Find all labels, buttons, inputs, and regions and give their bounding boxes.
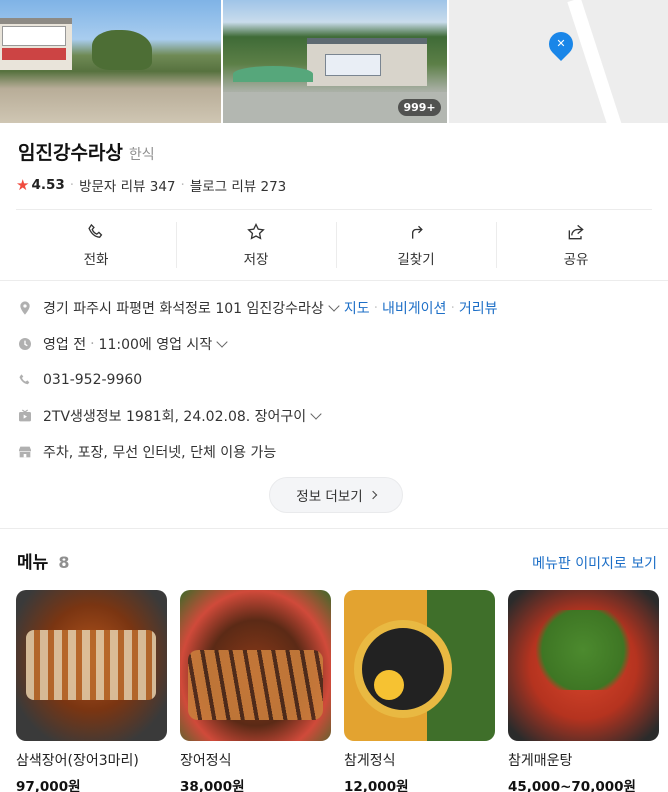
hours-open-time: 11:00에 영업 시작 (98, 337, 213, 353)
visitor-reviews-link[interactable]: 방문자 리뷰 347 (79, 175, 175, 195)
map-thumbnail[interactable]: ✕ (448, 0, 668, 123)
photo-tree (92, 30, 152, 70)
phone-icon (16, 371, 34, 389)
menu-image-link[interactable]: 메뉴판 이미지로 보기 (532, 553, 657, 573)
place-category: 한식 (128, 147, 155, 163)
address-text[interactable]: 경기 파주시 파평면 화석정로 101 임진강수라상 (43, 298, 324, 318)
action-bar: 전화 저장 길찾기 공유 (16, 210, 656, 280)
menu-item-name: 참게정식 (344, 753, 396, 769)
menu-title: 메뉴 (17, 553, 49, 573)
separator-dot: · (90, 336, 95, 352)
map-link[interactable]: 지도 (344, 298, 370, 318)
menu-item-price: 97,000원 (16, 779, 81, 792)
menu-item-price: 45,000~70,000원 (508, 779, 636, 792)
action-label: 전화 (83, 252, 109, 268)
place-name: 임진강수라상 (18, 142, 123, 164)
menu-item-price: 12,000원 (344, 779, 409, 792)
menu-item[interactable]: 참게매운탕 45,000~70,000원 (508, 590, 659, 792)
location-pin-icon (16, 299, 34, 317)
menu-item[interactable]: 참게정식 12,000원 (344, 590, 495, 792)
rating-value: 4.53 (31, 177, 65, 193)
menu-item-price: 38,000원 (180, 779, 245, 792)
more-info-button[interactable]: 정보 더보기 (269, 477, 403, 513)
menu-item-image (344, 590, 495, 741)
info-section: 경기 파주시 파평면 화석정로 101 임진강수라상 지도 · 내비게이션 · … (16, 290, 656, 470)
menu-item-image (508, 590, 659, 741)
address-row: 경기 파주시 파평면 화석정로 101 임진강수라상 지도 · 내비게이션 · … (16, 290, 656, 326)
place-header: 임진강수라상 한식 (18, 138, 155, 165)
chevron-down-icon[interactable] (216, 336, 228, 348)
divider (0, 280, 668, 281)
photo-umbrella (233, 66, 314, 82)
call-button[interactable]: 전화 (16, 210, 176, 280)
photo-storefront[interactable] (0, 0, 222, 123)
clock-icon (16, 335, 34, 353)
photo-strip: 999+ ✕ (0, 0, 668, 123)
tv-appearance-text: 2TV생생정보 1981회, 24.02.08. 장어구이 (43, 409, 307, 425)
phone-row: 031-952-9960 (16, 362, 656, 398)
menu-list: 삼색장어(장어3마리) 97,000원 장어정식 38,000원 참게정식 12… (16, 590, 659, 792)
action-label: 저장 (243, 252, 269, 268)
navigation-link[interactable]: 내비게이션 (382, 298, 446, 318)
separator-dot: · (69, 177, 75, 193)
menu-header: 메뉴 8 메뉴판 이미지로 보기 (17, 548, 657, 573)
hours-row[interactable]: 영업 전 · 11:00에 영업 시작 (16, 326, 656, 362)
directions-icon (412, 225, 423, 239)
chevron-down-icon[interactable] (328, 300, 340, 312)
amenities-row: 주차, 포장, 무선 인터넷, 단체 이용 가능 (16, 434, 656, 470)
chevron-right-icon (368, 490, 377, 500)
phone-icon (88, 223, 103, 238)
street-view-link[interactable]: 거리뷰 (459, 298, 498, 318)
more-info-label: 정보 더보기 (296, 489, 363, 505)
photo-count-badge: 999+ (398, 99, 441, 116)
star-outline-icon (247, 222, 265, 240)
menu-item-image (180, 590, 331, 741)
star-icon: ★ (16, 176, 30, 194)
menu-count: 8 (58, 553, 70, 572)
photo-exterior[interactable]: 999+ (223, 0, 447, 123)
map-road (566, 0, 624, 123)
divider (0, 528, 668, 529)
separator-dot: · (373, 300, 379, 316)
phone-number[interactable]: 031-952-9960 (43, 372, 142, 388)
share-icon (568, 224, 584, 240)
separator-dot: · (450, 300, 455, 316)
share-button[interactable]: 공유 (496, 210, 656, 280)
menu-item[interactable]: 장어정식 38,000원 (180, 590, 331, 792)
map-pin-icon: ✕ (543, 27, 578, 61)
tv-row[interactable]: 2TV생생정보 1981회, 24.02.08. 장어구이 (16, 398, 656, 434)
separator-dot: · (180, 177, 185, 193)
store-icon (16, 443, 34, 461)
amenities-text: 주차, 포장, 무선 인터넷, 단체 이용 가능 (43, 445, 277, 461)
chevron-down-icon[interactable] (310, 408, 322, 420)
blog-reviews-link[interactable]: 블로그 리뷰 273 (190, 175, 286, 195)
menu-item-name: 삼색장어(장어3마리) (16, 753, 139, 769)
photo-sign-banner (2, 48, 66, 60)
menu-item-image (16, 590, 167, 741)
menu-item-name: 장어정식 (180, 753, 232, 769)
action-label: 길찾기 (397, 252, 435, 268)
menu-item-name: 참게매운탕 (508, 753, 573, 769)
hours-status: 영업 전 (43, 337, 87, 353)
tv-icon (16, 407, 34, 425)
action-label: 공유 (563, 252, 589, 268)
save-button[interactable]: 저장 (176, 210, 336, 280)
menu-item[interactable]: 삼색장어(장어3마리) 97,000원 (16, 590, 167, 792)
photo-sign (2, 26, 66, 46)
directions-button[interactable]: 길찾기 (336, 210, 496, 280)
review-stats: ★ 4.53 · 방문자 리뷰 347 · 블로그 리뷰 273 (16, 175, 286, 195)
photo-sign (325, 54, 382, 76)
